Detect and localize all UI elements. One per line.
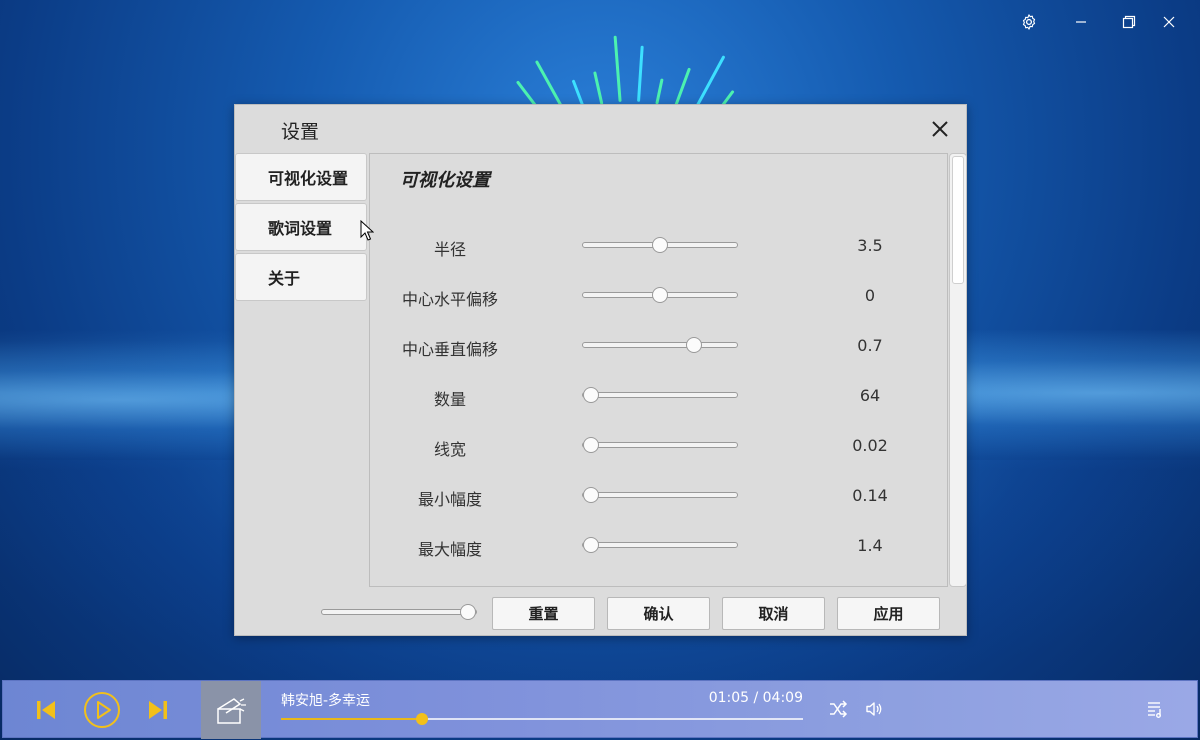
progress-bar[interactable] [281,713,803,725]
settings-button[interactable] [1014,8,1044,36]
spectrum-bar [613,35,622,102]
slider-thumb[interactable] [582,387,599,403]
playlist-button[interactable] [1145,698,1167,720]
gear-icon [1022,14,1036,30]
setting-value: 0.7 [857,336,883,355]
skip-next-icon [149,701,167,719]
window-close-button[interactable] [1154,8,1184,36]
reset-button[interactable]: 重置 [492,597,595,630]
setting-row: 线宽 0.02 [370,430,947,460]
slider-thumb[interactable] [582,437,599,453]
scrollbar-thumb[interactable] [952,156,964,284]
progress-handle[interactable] [415,713,428,725]
tab-label: 歌词设置 [268,219,333,238]
volume-icon [866,702,882,716]
setting-value: 0 [864,286,876,305]
setting-label: 半径 [433,240,466,259]
slider-thumb[interactable] [685,337,702,353]
spectrum-bar [693,55,725,110]
close-icon [1163,16,1175,28]
minimize-button[interactable] [1066,8,1096,36]
restore-window-icon [1122,15,1136,29]
setting-label: 最小幅度 [417,490,482,509]
volume-button[interactable] [863,698,885,720]
confirm-button[interactable]: 确认 [607,597,710,630]
tab-label: 可视化设置 [268,169,349,188]
next-button[interactable] [145,697,171,723]
restore-button[interactable] [1114,8,1144,36]
spectrum-visualizer [516,35,735,110]
previous-button[interactable] [33,697,59,723]
setting-value: 64 [859,386,881,405]
spectrum-bar [593,71,604,105]
content-scrollbar[interactable] [949,153,967,587]
slider-thumb[interactable] [652,237,668,253]
spectrum-bar [535,60,566,110]
tab-visualization-settings[interactable]: 可视化设置 [235,153,367,201]
player-bar: 韩安旭-多幸运 01:05 / 04:09 [2,680,1198,739]
tab-about[interactable]: 关于 [235,253,367,301]
setting-slider[interactable] [582,387,738,403]
minimize-icon [1076,21,1086,23]
spectrum-bar [655,78,664,105]
setting-row: 最大幅度 1.4 [370,530,947,560]
settings-content: 可视化设置 半径 3.5 中心水平偏移 0 中心垂直偏移 0.7 数量 64 线宽 0.02 最小幅… [369,153,948,587]
cancel-button[interactable]: 取消 [722,597,825,630]
slider-thumb[interactable] [582,537,599,553]
spectrum-bar [637,45,644,102]
setting-value: 0.14 [852,486,888,505]
opacity-slider[interactable] [321,604,477,620]
mouse-cursor-icon [360,220,374,241]
progress-fill [281,718,422,720]
setting-slider[interactable] [582,337,738,353]
playback-time: 01:05 / 04:09 [708,690,803,706]
close-icon [932,121,948,137]
setting-label: 中心水平偏移 [401,290,498,309]
setting-label: 中心垂直偏移 [401,340,498,359]
setting-value: 0.02 [852,436,888,455]
playlist-icon [1148,702,1161,718]
tab-lyrics-settings[interactable]: 歌词设置 [235,203,367,251]
album-art-icon [217,698,246,724]
setting-value: 3.5 [857,236,883,255]
song-title: 韩安旭-多幸运 [281,693,371,709]
settings-dialog: 设置 可视化设置 歌词设置 关于 可视化设置 半径 3.5 中心水平偏移 0 中心垂直偏… [234,104,967,636]
setting-label: 数量 [433,390,466,409]
setting-row: 最小幅度 0.14 [370,480,947,510]
setting-slider[interactable] [582,287,738,303]
slider-thumb[interactable] [582,487,599,503]
dialog-title: 设置 [281,121,320,143]
setting-slider[interactable] [582,237,738,253]
album-cover[interactable] [201,681,261,739]
slider-thumb[interactable] [460,604,477,620]
setting-value: 1.4 [857,536,883,555]
apply-button[interactable]: 应用 [837,597,940,630]
spectrum-bar [673,67,691,110]
setting-slider[interactable] [582,487,738,503]
setting-row: 半径 3.5 [370,230,947,260]
setting-slider[interactable] [582,437,738,453]
play-button[interactable] [82,690,122,730]
shuffle-button[interactable] [827,698,849,720]
setting-row: 中心垂直偏移 0.7 [370,330,947,360]
skip-previous-icon [37,701,55,719]
play-icon [84,692,120,728]
shuffle-icon [830,700,848,718]
setting-label: 最大幅度 [417,540,482,559]
setting-row: 中心水平偏移 0 [370,280,947,310]
slider-thumb[interactable] [652,287,668,303]
dialog-close-button[interactable] [928,117,952,141]
setting-row: 数量 64 [370,380,947,410]
section-title: 可视化设置 [400,170,490,191]
setting-label: 线宽 [433,440,466,459]
setting-slider[interactable] [582,537,738,553]
tab-label: 关于 [268,269,301,288]
